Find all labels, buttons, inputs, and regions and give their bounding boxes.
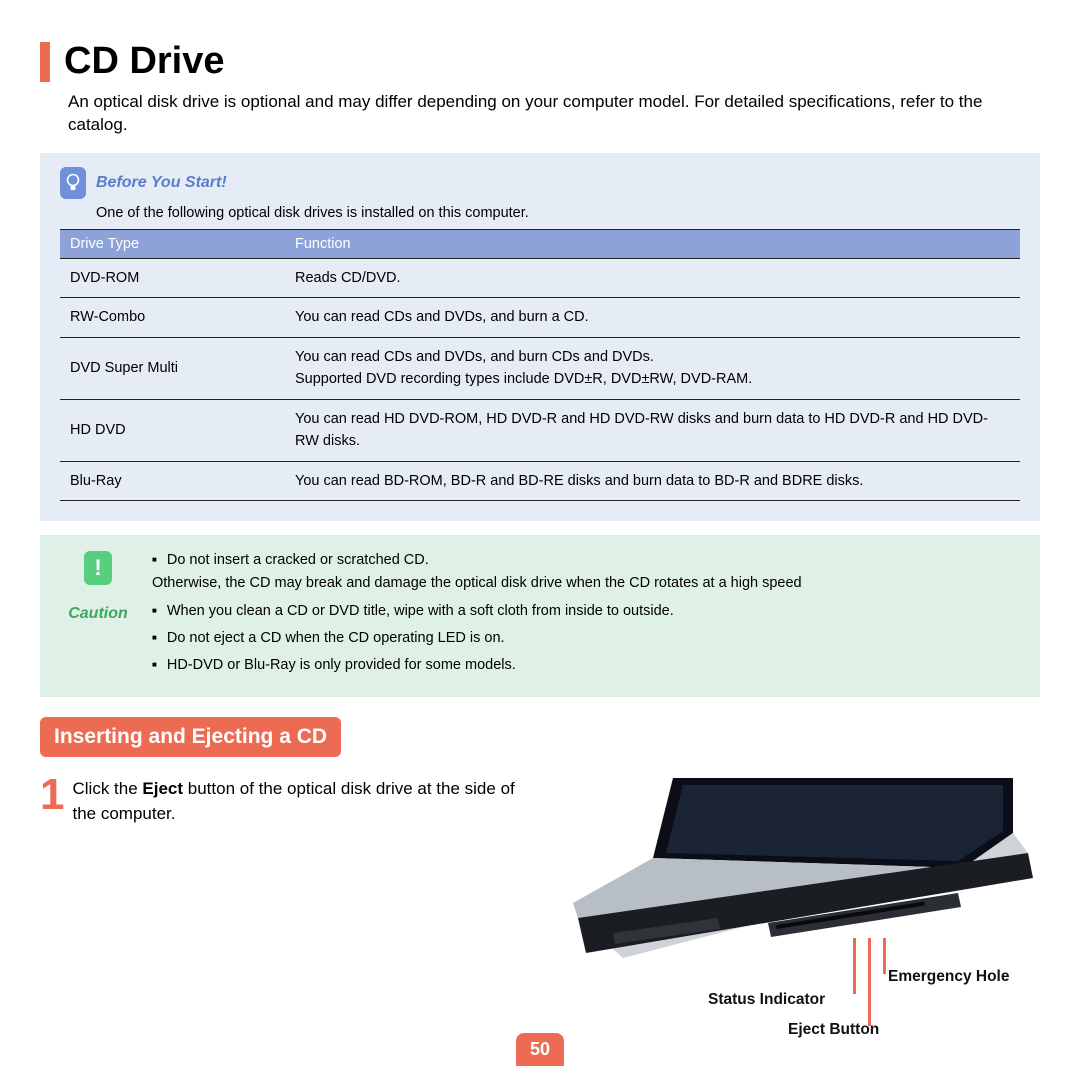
list-item: Do not insert a cracked or scratched CD.… [152,549,802,595]
cell-function: You can read CDs and DVDs, and burn a CD… [285,298,1020,337]
step-text-pre: Click the [72,779,142,798]
table-row: RW-ComboYou can read CDs and DVDs, and b… [60,298,1020,337]
page-title-row: CD Drive [40,40,1040,83]
leader-line [883,938,886,974]
cell-function: You can read CDs and DVDs, and burn CDs … [285,337,1020,399]
table-row: DVD Super MultiYou can read CDs and DVDs… [60,337,1020,399]
caution-label: Caution [68,605,128,623]
cell-function: Reads CD/DVD. [285,258,1020,297]
callout-eject-button: Eject Button [788,1021,879,1039]
list-item: When you clean a CD or DVD title, wipe w… [152,600,802,623]
table-row: HD DVDYou can read HD DVD-ROM, HD DVD-R … [60,399,1020,461]
before-you-start-box: Before You Start! One of the following o… [40,153,1040,521]
intro-text: An optical disk drive is optional and ma… [68,91,1040,137]
cell-drive-type: HD DVD [60,399,285,461]
title-accent-bar [40,42,50,82]
leader-line [853,938,856,994]
cell-function: You can read BD-ROM, BD-R and BD-RE disk… [285,461,1020,500]
lightbulb-icon [60,167,86,199]
callout-emergency-hole: Emergency Hole [888,968,1009,986]
cell-function: You can read HD DVD-ROM, HD DVD-R and HD… [285,399,1020,461]
step-text: Click the Eject button of the optical di… [72,773,540,1053]
list-item: Do not eject a CD when the CD operating … [152,627,802,650]
exclamation-icon: ! [84,551,112,585]
page-number: 50 [516,1033,564,1066]
step-text-bold: Eject [142,779,183,798]
cell-drive-type: Blu-Ray [60,461,285,500]
laptop-illustration: Status Indicator Emergency Hole Eject Bu… [558,773,1038,1053]
drive-table: Drive Type Function DVD-ROMReads CD/DVD.… [60,229,1020,501]
col-drive-type: Drive Type [60,229,285,258]
info-subtext: One of the following optical disk drives… [96,205,1020,221]
list-item: HD-DVD or Blu-Ray is only provided for s… [152,654,802,677]
caution-box: ! Caution Do not insert a cracked or scr… [40,535,1040,697]
table-row: DVD-ROMReads CD/DVD. [60,258,1020,297]
callout-status-indicator: Status Indicator [708,991,825,1009]
info-heading: Before You Start! [96,174,227,192]
leader-line [868,938,871,1026]
caution-list: Do not insert a cracked or scratched CD.… [152,549,802,681]
cell-drive-type: DVD-ROM [60,258,285,297]
col-function: Function [285,229,1020,258]
page-title: CD Drive [64,40,225,83]
cell-drive-type: DVD Super Multi [60,337,285,399]
cell-drive-type: RW-Combo [60,298,285,337]
step-1: 1 Click the Eject button of the optical … [40,773,540,1053]
step-number: 1 [40,773,64,1053]
table-row: Blu-RayYou can read BD-ROM, BD-R and BD-… [60,461,1020,500]
section-heading: Inserting and Ejecting a CD [40,717,341,757]
